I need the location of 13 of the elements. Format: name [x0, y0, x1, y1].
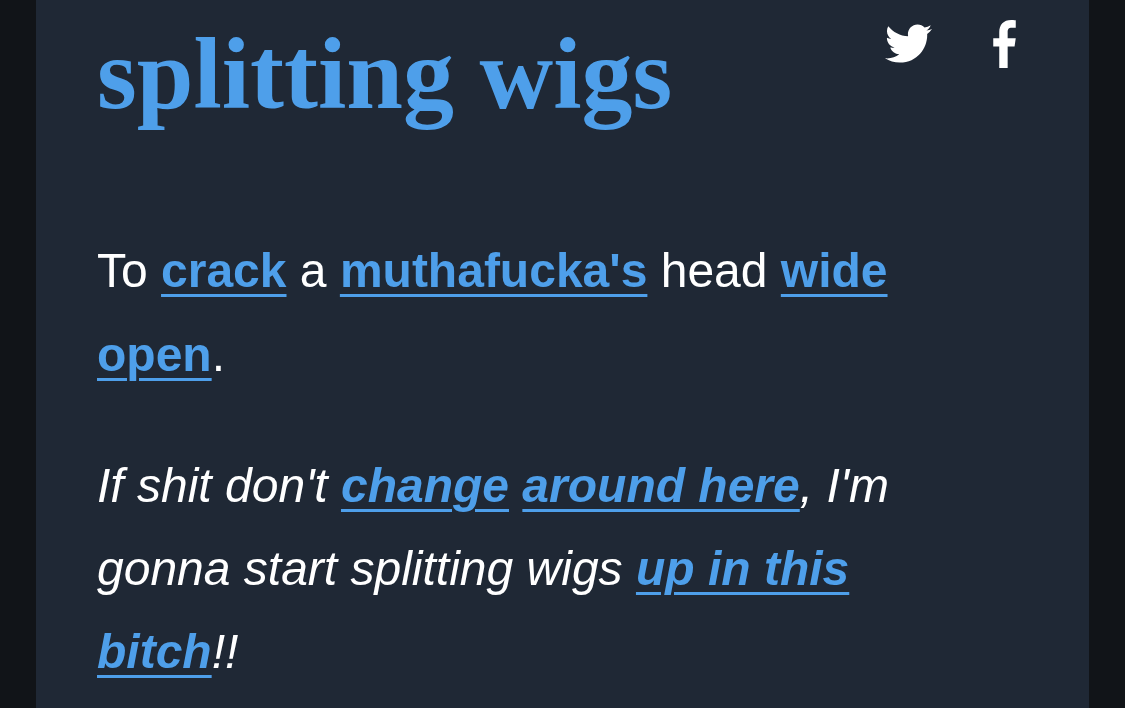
word-link[interactable]: change [340, 459, 509, 513]
word-link[interactable]: muthafucka's [339, 244, 648, 298]
word-link[interactable]: wide [780, 244, 888, 298]
word-link[interactable]: crack [161, 244, 287, 298]
f-logo-icon[interactable] [993, 20, 1016, 68]
word-title[interactable]: splitting wigs [97, 13, 673, 136]
bird-icon[interactable] [885, 24, 932, 63]
example-text: If shit don't change around here, I'm gonna start splitting wigs up in this bitch!! [97, 458, 890, 681]
word-link[interactable]: around here [522, 459, 800, 513]
word-link[interactable]: open [97, 328, 212, 382]
definition-text: To crack a muthafucka's head wide open. [97, 243, 889, 384]
word-link[interactable]: up in this [635, 542, 850, 596]
word-link[interactable]: bitch [97, 625, 212, 679]
